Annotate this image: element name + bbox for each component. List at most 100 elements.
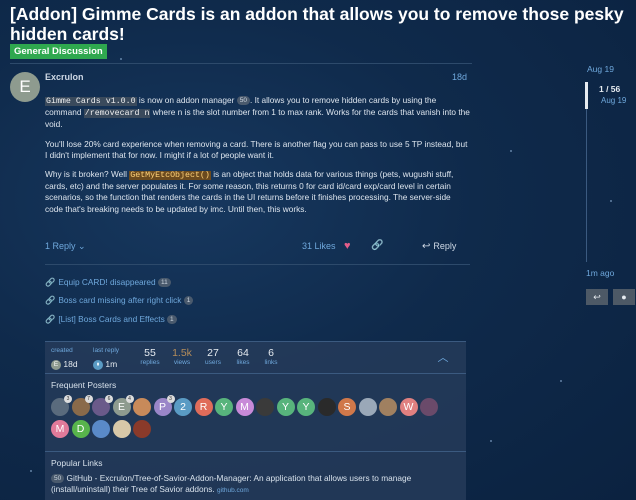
popular-links-title: Popular Links	[51, 458, 103, 468]
related-link-label: [List] Boss Cards and Effects	[58, 314, 165, 324]
poster-avatar[interactable]	[112, 420, 131, 438]
click-count-badge: 50	[236, 96, 250, 106]
avatar: ⏸	[93, 359, 103, 370]
timeline-position-date: Aug 19	[601, 96, 627, 105]
avatar[interactable]: E	[10, 72, 40, 102]
timeline-track[interactable]	[586, 82, 587, 262]
background-star	[120, 58, 122, 60]
chevron-up-icon: ︿	[437, 352, 449, 364]
poster-avatar[interactable]	[256, 398, 274, 416]
click-count-badge: 11	[157, 278, 171, 288]
username[interactable]: Excrulon	[45, 72, 84, 82]
background-star	[560, 380, 562, 382]
likes-count[interactable]: 31 Likes	[302, 241, 336, 251]
poster-avatar[interactable]: M	[235, 398, 254, 416]
stat-value: 1m	[105, 359, 118, 369]
popular-link[interactable]: 50 GitHub - Excrulon/Tree-of-Savior-Addo…	[51, 473, 461, 496]
reply-button[interactable]: ↩ Reply	[422, 241, 456, 252]
stat-label: views	[173, 359, 191, 366]
divider	[45, 373, 466, 374]
poster-avatar[interactable]: 7	[71, 395, 93, 416]
poster-avatar[interactable]: P3	[153, 395, 175, 416]
last-reply-value: ⏸ 1m	[93, 359, 117, 370]
poster-post-count: 6	[105, 395, 113, 403]
click-count-badge: 50	[51, 474, 65, 484]
reply-label: Reply	[433, 241, 457, 251]
replies-toggle[interactable]: 1 Reply ⌄	[45, 241, 86, 252]
background-star	[490, 440, 492, 442]
poster-avatar[interactable]: D	[71, 420, 90, 438]
poster-avatar[interactable]	[92, 420, 110, 438]
poster-avatar[interactable]: 3	[51, 395, 72, 416]
related-link-label: Boss card missing after right click	[58, 295, 182, 305]
poster-avatar[interactable]: M	[51, 420, 69, 438]
likes-stat: 64 likes	[231, 347, 255, 366]
views-stat: 1.5k views	[169, 347, 195, 366]
timeline-start-date[interactable]: Aug 19	[587, 64, 614, 74]
poster-avatar[interactable]: Y	[215, 398, 233, 416]
link-icon: 🔗	[45, 295, 56, 305]
link-icon[interactable]: 🔗	[371, 240, 383, 251]
related-link[interactable]: 🔗 [List] Boss Cards and Effects 1	[45, 314, 177, 325]
stat-label: replies	[140, 359, 160, 366]
poster-avatar[interactable]	[379, 398, 397, 416]
stat-value: 18d	[63, 359, 78, 369]
poster-avatar[interactable]: 2	[174, 398, 192, 416]
poster-avatar[interactable]	[420, 398, 438, 416]
poster-avatar[interactable]	[133, 420, 151, 438]
collapse-button[interactable]: ︿	[428, 348, 458, 368]
stat-label: links	[264, 359, 278, 366]
poster-avatar[interactable]: S	[338, 398, 356, 416]
last-reply-stat: last reply	[93, 347, 119, 354]
poster-avatar[interactable]: R	[194, 398, 213, 416]
topic-summary: created E 18d last reply ⏸ 1m 55 replies…	[45, 341, 466, 500]
poster-avatar[interactable]: E4	[112, 395, 134, 416]
popular-link-domain: github.com	[217, 487, 249, 494]
notification-button[interactable]: ●	[613, 289, 635, 305]
inline-code: GetMyEtcObject()	[129, 171, 211, 181]
background-star	[30, 470, 32, 472]
poster-avatar[interactable]: Y	[276, 398, 295, 416]
poster-avatar[interactable]	[133, 398, 151, 416]
poster-avatar[interactable]: Y	[297, 398, 315, 416]
poster-avatar[interactable]	[358, 398, 377, 416]
poster-avatar[interactable]	[317, 398, 336, 416]
poster-avatar[interactable]: W	[399, 398, 418, 416]
frequent-posters-title: Frequent Posters	[51, 380, 117, 390]
link-icon: 🔗	[45, 277, 56, 287]
post-date[interactable]: 18d	[452, 72, 467, 82]
stat-value: 27	[207, 347, 219, 359]
divider	[45, 264, 470, 265]
timeline-handle[interactable]	[585, 82, 588, 109]
post-text: Why is it broken? Well	[45, 169, 130, 180]
background-star	[510, 150, 512, 152]
click-count-badge: 1	[167, 315, 177, 325]
stat-label: users	[205, 359, 221, 366]
post-actions: 1 Reply ⌄ 31 Likes ♥ 🔗 ↩ Reply	[45, 240, 470, 255]
inline-code: Gimme Cards v1.0.0	[45, 97, 137, 106]
poster-post-count: 3	[64, 395, 72, 403]
poster-post-count: 4	[125, 395, 134, 403]
post-paragraph: Gimme Cards v1.0.0 is now on addon manag…	[45, 95, 470, 131]
replies-stat: 55 replies	[137, 347, 163, 366]
inline-code: /removecard n	[83, 109, 151, 119]
heart-icon[interactable]: ♥	[344, 240, 351, 252]
reply-arrow-icon: ↩	[422, 241, 431, 252]
reply-button[interactable]: ↩	[586, 289, 608, 305]
reply-arrow-icon: ↩	[593, 292, 601, 302]
stat-value: 6	[268, 347, 274, 359]
avatar: E	[51, 359, 61, 370]
stat-value: 1.5k	[172, 347, 192, 359]
related-link[interactable]: 🔗 Equip CARD! disappeared 11	[45, 277, 171, 288]
post-text: is now on addon manager	[136, 95, 237, 105]
stat-label: likes	[236, 359, 250, 366]
related-link[interactable]: 🔗 Boss card missing after right click 1	[45, 295, 194, 306]
related-link-label: Equip CARD! disappeared	[58, 277, 156, 287]
timeline-end-label[interactable]: 1m ago	[586, 268, 614, 278]
category-badge[interactable]: General Discussion	[10, 44, 107, 59]
poster-avatar[interactable]: 6	[92, 395, 113, 416]
stat-label: created	[51, 347, 73, 354]
topic-title[interactable]: [Addon] Gimme Cards is an addon that all…	[10, 4, 630, 44]
circle-icon: ●	[621, 292, 627, 302]
click-count-badge: 1	[183, 296, 194, 306]
